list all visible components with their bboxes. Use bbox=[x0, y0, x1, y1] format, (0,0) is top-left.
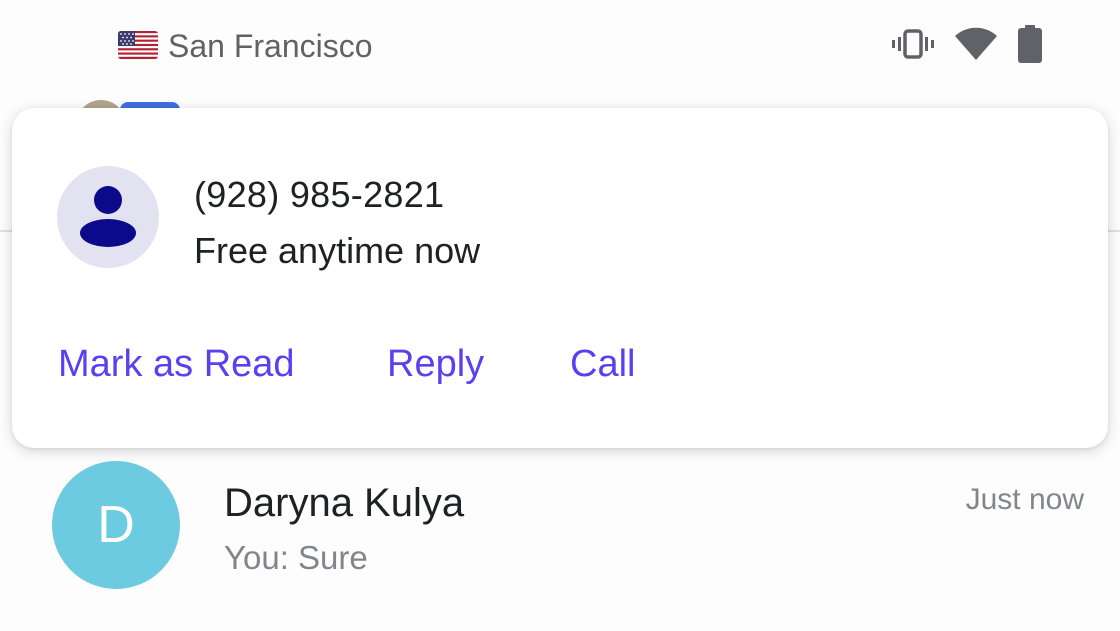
conversation-list-item[interactable]: D Daryna Kulya You: Sure Just now bbox=[0, 452, 1120, 602]
status-bar: San Francisco bbox=[0, 0, 1120, 92]
reply-button[interactable]: Reply bbox=[387, 342, 484, 386]
message-notification[interactable]: (928) 985-2821 Free anytime now Mark as … bbox=[12, 108, 1108, 448]
notification-message: Free anytime now bbox=[194, 230, 481, 271]
notification-sender: (928) 985-2821 bbox=[194, 174, 445, 215]
conversation-avatar: D bbox=[52, 461, 180, 589]
status-icons bbox=[892, 24, 1042, 68]
screen: San Francisco (928) 985-2821 Free anytim… bbox=[0, 0, 1120, 631]
conversation-snippet: You: Sure bbox=[224, 539, 368, 576]
contact-avatar bbox=[57, 166, 159, 268]
location-label: San Francisco bbox=[168, 28, 373, 64]
vibrate-icon bbox=[892, 28, 934, 64]
conversation-timestamp: Just now bbox=[965, 483, 1084, 516]
person-icon bbox=[80, 186, 136, 247]
call-button[interactable]: Call bbox=[570, 342, 635, 386]
conversation-name: Daryna Kulya bbox=[224, 481, 465, 525]
wifi-icon bbox=[954, 27, 998, 66]
us-flag-icon bbox=[118, 31, 158, 59]
mark-as-read-button[interactable]: Mark as Read bbox=[58, 342, 295, 386]
battery-icon bbox=[1018, 24, 1042, 68]
